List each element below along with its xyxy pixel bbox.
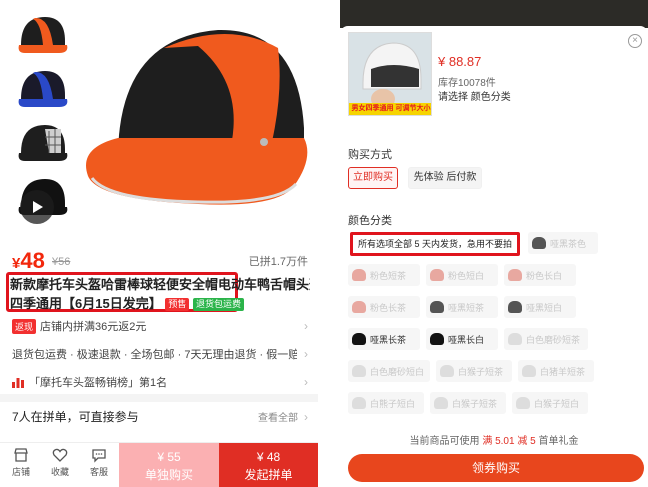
sku-image-caption: 男女四季通用 可调节大小 (349, 103, 431, 115)
color-option[interactable]: 白熊子短白 (348, 392, 424, 414)
color-option[interactable]: 粉色长白 (504, 264, 576, 286)
helmet-icon (508, 301, 522, 313)
color-option[interactable]: 哑黑短白 (504, 296, 576, 318)
shipping-notice: 所有选项全部 5 天内发货，急用不要拍 (350, 232, 520, 256)
helmet-icon (430, 301, 444, 313)
helmet-icon (532, 237, 546, 249)
product-gallery (0, 0, 318, 240)
chevron-right-icon: › (304, 375, 308, 389)
video-play-button[interactable] (20, 190, 54, 224)
service-row[interactable]: 退货包运费 · 极速退款 · 全场包邮 · 7天无理由退货 · 假一赔十 › (12, 346, 312, 362)
sold-count: 已拼1.7万件 (248, 256, 308, 268)
play-icon (33, 201, 43, 213)
color-option[interactable]: 哑黑长白 (426, 328, 498, 350)
product-title: 新款摩托车头盔哈雷棒球轻便安全帽电动车鸭舌帽头盔 四季通用【6月15日发完】 预… (10, 277, 310, 311)
cashback-row[interactable]: 返现 店铺内拼满36元返2元 › (12, 318, 312, 334)
heart-icon (52, 448, 68, 462)
section-divider (0, 394, 318, 402)
group-buy-row[interactable]: 7人在拼单，可直接参与 查看全部 › (12, 408, 312, 425)
helmet-icon (352, 365, 366, 377)
color-option[interactable]: 白色磨砂短白 (348, 360, 430, 382)
color-option[interactable]: 白猴子短茶 (430, 392, 506, 414)
chat-icon (92, 449, 106, 463)
product-detail-panel: ¥48 ¥56 已拼1.7万件 新款摩托车头盔哈雷棒球轻便安全帽电动车鸭舌帽头盔… (0, 0, 318, 487)
rank-icon (12, 378, 24, 388)
helmet-icon (430, 333, 444, 345)
view-all-link[interactable]: 查看全部 (258, 409, 298, 424)
sku-image: 男女四季通用 可调节大小 (348, 32, 432, 116)
color-option[interactable]: 粉色短茶 (348, 264, 420, 286)
cashback-badge: 返现 (12, 318, 37, 334)
store-button[interactable]: 店铺 (6, 447, 36, 478)
helmet-icon (516, 397, 530, 409)
helmet-icon (352, 269, 366, 281)
color-option[interactable]: 白色磨砂短茶 (504, 328, 588, 350)
purchase-method-title: 购买方式 (348, 149, 392, 161)
main-product-image[interactable] (78, 8, 318, 218)
helmet-icon (434, 397, 448, 409)
helmet-icon (352, 301, 366, 313)
bottom-action-bar: 店铺 收藏 客服 ¥ 55 单独购买 ¥ 48 发起拼单 (0, 442, 318, 487)
thumbnail-plaid[interactable] (14, 118, 72, 168)
option-try-then-pay[interactable]: 先体验 后付款 (408, 167, 482, 189)
selection-hint: 请选择 颜色分类 (438, 92, 511, 103)
close-icon[interactable]: × (628, 34, 642, 48)
helmet-icon (508, 269, 522, 281)
sku-selector-panel: 男女四季通用 可调节大小 ¥ 88.87 库存10078件 请选择 颜色分类 ×… (340, 0, 648, 487)
helmet-icon (508, 333, 522, 345)
coupon-buy-button[interactable]: 领券购买 (348, 454, 644, 482)
helmet-icon (522, 365, 536, 377)
color-option[interactable]: 白猪羊短茶 (518, 360, 594, 382)
presale-badge: 预售 (165, 298, 190, 311)
color-option[interactable]: 哑黑短茶 (426, 296, 498, 318)
original-price: ¥56 (52, 256, 71, 268)
current-price: ¥48 (12, 248, 45, 273)
favorite-button[interactable]: 收藏 (45, 447, 75, 478)
helmet-icon (352, 333, 366, 345)
color-option[interactable]: 白猴子短茶 (436, 360, 512, 382)
background-image-strip (340, 0, 648, 28)
start-group-buy-button[interactable]: ¥ 48 发起拼单 (219, 443, 318, 487)
chevron-right-icon: › (304, 319, 308, 333)
coupon-info: 当前商品可使用 满 5.01 减 5 首单礼金 (409, 436, 579, 447)
stock-count: 库存10078件 (438, 78, 496, 89)
thumbnail-blue[interactable] (14, 64, 72, 114)
free-return-badge: 退货包运费 (192, 298, 244, 311)
color-option[interactable]: 粉色短白 (426, 264, 498, 286)
helmet-icon (430, 269, 444, 281)
helmet-icon (352, 397, 366, 409)
sku-sheet: 男女四季通用 可调节大小 ¥ 88.87 库存10078件 请选择 颜色分类 ×… (340, 26, 648, 487)
color-option[interactable]: 哑黑长茶 (348, 328, 420, 350)
store-icon (14, 448, 28, 462)
chevron-right-icon: › (304, 347, 308, 361)
color-category-title: 颜色分类 (348, 215, 392, 227)
rank-row[interactable]: 「摩托车头盔畅销榜」第1名 › (12, 374, 312, 390)
helmet-icon (440, 365, 454, 377)
price-row: ¥48 ¥56 已拼1.7万件 (12, 248, 312, 273)
customer-service-button[interactable]: 客服 (84, 447, 114, 478)
color-option[interactable]: 粉色长茶 (348, 296, 420, 318)
color-option[interactable]: 哑黑茶色 (528, 232, 598, 254)
chevron-right-icon: › (304, 409, 308, 424)
sku-price: ¥ 88.87 (438, 54, 482, 69)
option-buy-now[interactable]: 立即购买 (348, 167, 398, 189)
thumbnail-orange[interactable] (14, 10, 72, 60)
buy-alone-button[interactable]: ¥ 55 单独购买 (119, 443, 219, 487)
color-option[interactable]: 白猴子短白 (512, 392, 588, 414)
